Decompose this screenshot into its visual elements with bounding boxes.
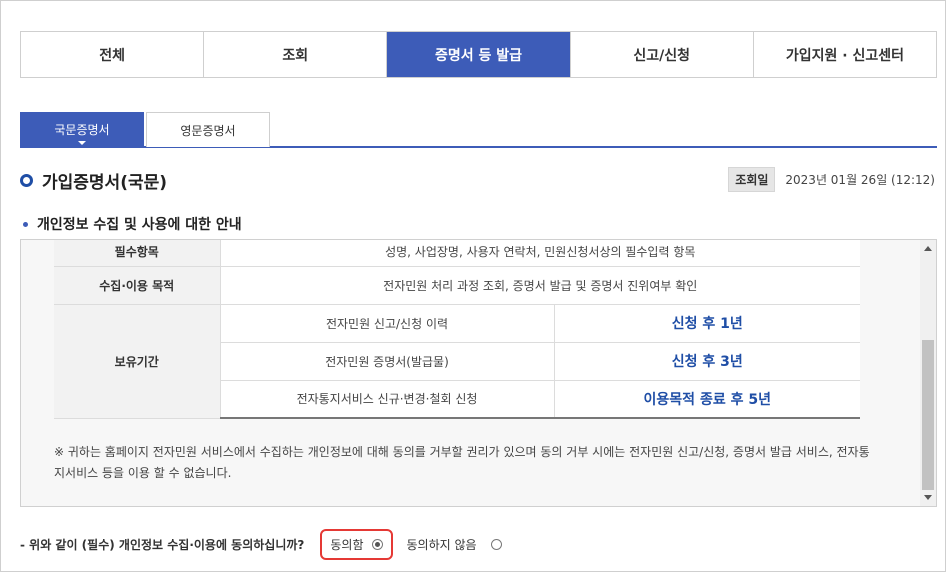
main-tab-report-application[interactable]: 신고/신청 — [570, 32, 754, 77]
section-heading: 개인정보 수집 및 사용에 대한 안내 — [23, 214, 242, 234]
sub-tab-korean-certificate[interactable]: 국문증명서 — [20, 112, 144, 147]
disagree-radio[interactable] — [490, 539, 502, 550]
page-frame: 전체 조회 증명서 등 발급 신고/신청 가입지원 · 신고센터 국문증명서 영… — [0, 0, 946, 572]
scroll-down-arrow-icon[interactable] — [924, 495, 932, 500]
table-row: 보유기간 전자민원 신고/신청 이력 신청 후 1년 — [54, 304, 860, 419]
retention-period: 신청 후 3년 — [554, 342, 860, 381]
purpose-value: 전자민원 처리 과정 조회, 증명서 발급 및 증명서 진위여부 확인 — [220, 266, 860, 305]
retention-item: 전자민원 신고/신청 이력 — [220, 304, 555, 343]
privacy-info-scroll-box[interactable]: 필수항목 성명, 사업장명, 사용자 연락처, 민원신청서상의 필수입력 항목 … — [20, 239, 937, 507]
agree-radio[interactable] — [371, 539, 383, 550]
sub-tab-korean-label: 국문증명서 — [54, 123, 110, 137]
main-tab-bar: 전체 조회 증명서 등 발급 신고/신청 가입지원 · 신고센터 — [20, 31, 937, 78]
retention-period: 신청 후 1년 — [554, 304, 860, 343]
consent-row: - 위와 같이 (필수) 개인정보 수집·이용에 동의하십니까? 동의함 동의하… — [20, 529, 502, 560]
query-date-value: 2023년 01월 26일 (12:12) — [785, 173, 935, 187]
retention-item: 전자민원 증명서(발급물) — [220, 342, 555, 381]
query-date-label: 조회일 — [728, 167, 776, 192]
sub-tab-bar: 국문증명서 영문증명서 — [20, 112, 937, 148]
table-row: 수집·이용 목적 전자민원 처리 과정 조회, 증명서 발급 및 증명서 진위여… — [54, 266, 860, 305]
agree-label[interactable]: 동의함 — [330, 536, 363, 553]
retention-item: 전자통지서비스 신규·변경·철회 신청 — [220, 380, 555, 419]
required-items-header: 필수항목 — [54, 240, 221, 267]
table-row: 필수항목 성명, 사업장명, 사용자 연락처, 민원신청서상의 필수입력 항목 — [54, 240, 860, 267]
disagree-label[interactable]: 동의하지 않음 — [407, 536, 477, 553]
main-tab-support-center[interactable]: 가입지원 · 신고센터 — [753, 32, 937, 77]
main-tab-inquiry[interactable]: 조회 — [204, 32, 388, 77]
vertical-scrollbar[interactable] — [920, 240, 936, 506]
required-items-value: 성명, 사업장명, 사용자 연락처, 민원신청서상의 필수입력 항목 — [220, 240, 860, 267]
privacy-info-table: 필수항목 성명, 사업장명, 사용자 연락처, 민원신청서상의 필수입력 항목 … — [54, 240, 860, 419]
refusal-notice: ※ 귀하는 홈페이지 전자민원 서비스에서 수집하는 개인정보에 대해 동의를 … — [54, 445, 870, 480]
retention-header: 보유기간 — [54, 304, 221, 419]
sub-tab-english-certificate[interactable]: 영문증명서 — [146, 112, 270, 147]
query-date: 조회일 2023년 01월 26일 (12:12) — [728, 167, 935, 192]
main-tab-all[interactable]: 전체 — [21, 32, 205, 77]
scrollbar-thumb[interactable] — [922, 340, 934, 490]
circle-bullet-icon — [20, 174, 33, 187]
page-title: 가입증명서(국문) — [42, 173, 168, 193]
section-heading-text: 개인정보 수집 및 사용에 대한 안내 — [37, 217, 242, 233]
caret-down-icon — [78, 141, 86, 145]
disagree-option[interactable]: 동의하지 않음 — [407, 531, 502, 558]
page-title-row: 가입증명서(국문) — [20, 168, 167, 193]
agree-option-highlight[interactable]: 동의함 — [320, 529, 393, 560]
main-tab-certificate-issuance[interactable]: 증명서 등 발급 — [387, 32, 571, 77]
dot-bullet-icon — [23, 221, 28, 227]
scroll-up-arrow-icon[interactable] — [924, 246, 932, 251]
retention-period: 이용목적 종료 후 5년 — [554, 380, 860, 419]
consent-question: - 위와 같이 (필수) 개인정보 수집·이용에 동의하십니까? — [20, 538, 305, 552]
purpose-header: 수집·이용 목적 — [54, 266, 221, 305]
